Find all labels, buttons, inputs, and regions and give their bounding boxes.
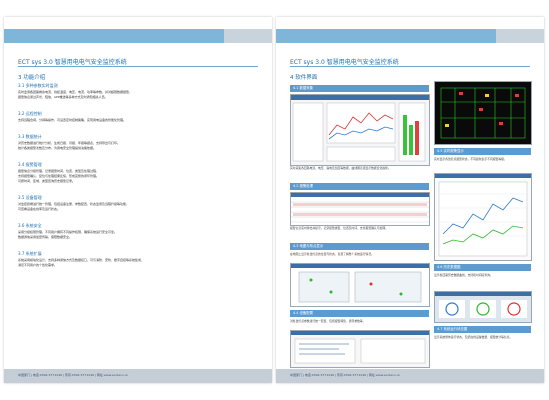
- footer-text: 中国厦门 | 电话:0592-5771246 | 传真:0592-5771246…: [18, 373, 129, 377]
- bar-alarm: 4.2 报警处理: [290, 183, 429, 190]
- footer-bar: 中国厦门 | 电话:0592-5771246 | 传真:0592-5771246…: [4, 369, 272, 383]
- screenshot-realtime-alarm: [434, 81, 532, 145]
- feature-text-line: 统计各类报警次数及分布，为用电安全管理提供决策依据。: [18, 146, 97, 150]
- feature-description: 支持远程合闸、分闸等操作，可设置定时控制策略，实现用电设备的智能化管理。: [18, 118, 258, 123]
- footer-bar: 中国厦门 | 电话:0592-5771246 | 传真:0592-5771246…: [276, 369, 544, 383]
- caption-data-collect: 实时采集各回路电流、电压、漏电及温度等数据，曲线图直观显示数据变化趋势。: [290, 166, 391, 170]
- feature-description: 对监控终端进行统一管理，包括设备注册、参数配置、状态监测及远程升级等功能， 可查看…: [18, 202, 258, 212]
- section-title: 4 软件界面: [290, 75, 318, 81]
- header-band: [4, 29, 272, 43]
- title-divider: [290, 66, 530, 67]
- feature-heading: 3.6 系统安全: [18, 223, 42, 228]
- bar-history: 4.6 历史数据图: [434, 264, 531, 271]
- doc-title: ECT sys 3.0 智慧用电电气安全监控系统: [18, 59, 127, 66]
- feature-heading: 3.7 系统扩展: [18, 251, 42, 256]
- screenshot-map: [290, 263, 430, 307]
- header-band: [276, 29, 544, 43]
- right-page: ECT sys 3.0 智慧用电电气安全监控系统 4 软件界面 4.1 数据采集…: [276, 17, 544, 383]
- feature-text-line: 数据通信采用加密传输，保障数据安全。: [18, 235, 73, 239]
- feature-text-line: 可查看设备在线率及运行状态。: [18, 207, 61, 211]
- feature-heading: 3.2 远程控制: [18, 111, 42, 116]
- screenshot-device-config: [290, 330, 430, 368]
- screenshot-system-status: [434, 291, 532, 323]
- feature-description: 实时监测各回路剩余电流、线缆温度、电压、电流、功率等参数，并对超限数据报警， 报警…: [18, 90, 258, 100]
- bar-device-config: 4.4 设备配置: [290, 310, 429, 317]
- doc-title: ECT sys 3.0 智慧用电电气安全监控系统: [290, 59, 399, 66]
- caption-history: 显示各回路历史数据曲线，支持按时间段查询。: [434, 273, 493, 277]
- feature-description: 系统采用模块化设计，支持多种通信方式及数据接口，可与消防、安防、楼宇自控等系统集…: [18, 258, 258, 268]
- feature-text-line: 支持远程合闸、分闸等操作，可设置定时控制策略，实现用电设备的智能化管理。: [18, 118, 127, 122]
- feature-text-line: 报警信息通过声光、短信、APP推送等多种方式及时通知相关人员。: [18, 95, 108, 99]
- feature-heading: 3.5 设备管理: [18, 195, 42, 200]
- feature-description: 报警信息分级管理，记录报警时间、位置、类型及处理过程， 支持报警确认、复位与处理结…: [18, 169, 258, 184]
- feature-text-line: 满足不同用户的个性化需求。: [18, 263, 58, 267]
- caption-device-config: 对各监控点参数进行统一配置，包括报警阈值、通讯参数等。: [290, 319, 366, 323]
- title-divider: [18, 66, 258, 67]
- caption-map: 在地图上显示各监控点的位置与状态，直观了解整个系统运行情况。: [290, 252, 374, 256]
- caption-realtime-alarm: 实时显示各监控点报警状态，不同颜色表示不同报警等级。: [434, 157, 507, 161]
- feature-description: 采用分级权限管理，不同用户拥有不同操作权限，确保系统运行安全可靠。 数据通信采用加…: [18, 230, 258, 240]
- feature-heading: 3.1 多种参数实时监测: [18, 83, 58, 88]
- bar-data-collect: 4.1 数据采集: [290, 85, 429, 92]
- feature-text-line: 可按时间、区域、类型查询历史报警记录。: [18, 179, 76, 183]
- caption-alarm: 报警信息实时弹出并提示，记录报警类型、位置及时间，支持报警确认与处理。: [290, 226, 388, 230]
- screenshot-data-collect: [290, 94, 430, 166]
- bar-realtime-alarm: 4.5 实时报警显示: [434, 148, 531, 155]
- feature-heading: 3.4 报警管理: [18, 162, 42, 167]
- feature-description: 对历史数据进行统计分析，生成日报、月报、年报等报表，支持导出与打印。 统计各类报警…: [18, 141, 258, 151]
- left-page: ECT sys 3.0 智慧用电电气安全监控系统 3 功能介绍 3.1 多种参数…: [4, 17, 272, 383]
- footer-text: 中国厦门 | 电话:0592-5771246 | 传真:0592-5771246…: [290, 373, 401, 377]
- bar-system-status: 4.7 系统运行状态图: [434, 326, 531, 333]
- bar-map: 4.3 地图与布点显示: [290, 243, 429, 250]
- screenshot-history: [434, 173, 532, 261]
- screenshot-alarm: [290, 192, 430, 226]
- caption-system-status: 显示系统整体运行状态，包括在线设备数量、报警统计等信息。: [434, 335, 513, 339]
- feature-heading: 3.3 数据统计: [18, 134, 42, 139]
- section-title: 3 功能介绍: [18, 75, 46, 81]
